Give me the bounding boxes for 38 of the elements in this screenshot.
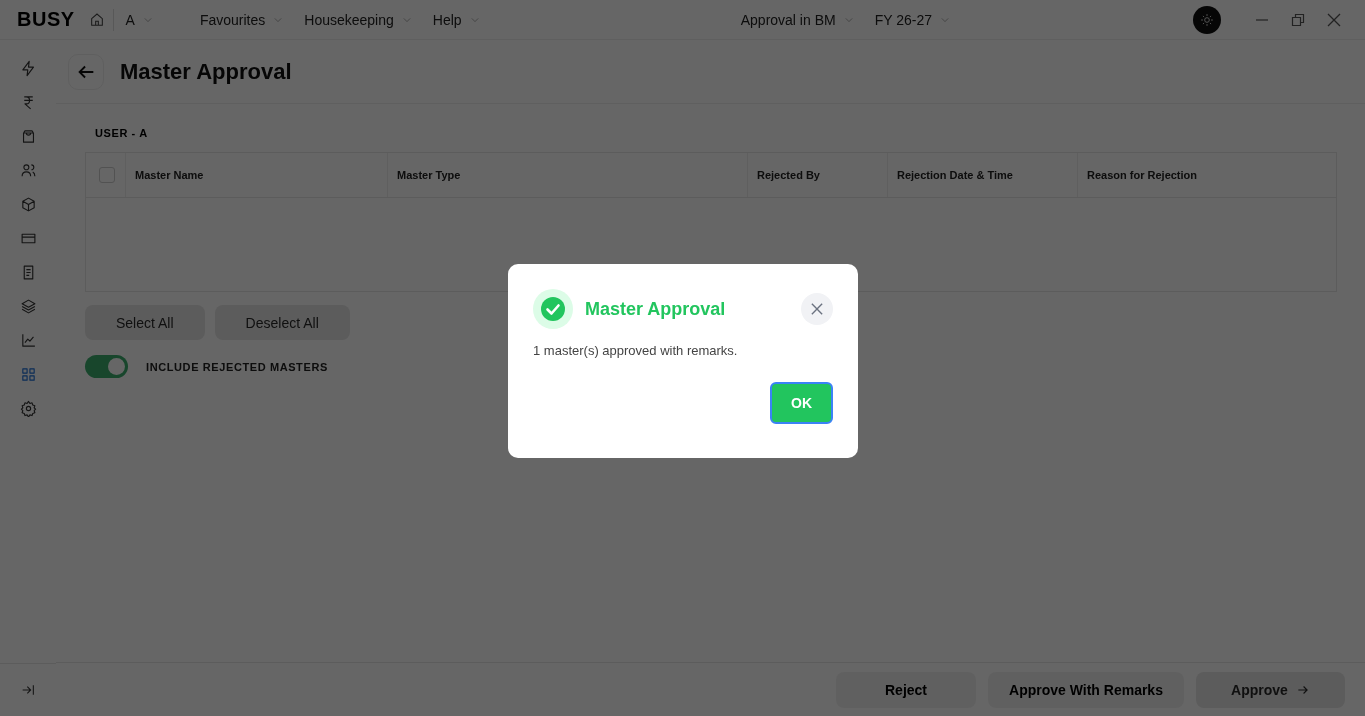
restore-icon[interactable] (1291, 12, 1305, 27)
user-menu[interactable]: A (125, 11, 152, 28)
home-icon[interactable] (88, 11, 105, 28)
success-check-icon (533, 289, 573, 329)
chart-icon[interactable] (19, 332, 37, 349)
bolt-icon[interactable] (19, 60, 37, 77)
toggle-switch[interactable] (85, 355, 128, 378)
layers-icon[interactable] (19, 298, 37, 315)
close-icon (811, 303, 823, 315)
sun-icon (1200, 12, 1214, 27)
back-button[interactable] (68, 54, 104, 90)
column-header: Rejected By (748, 153, 888, 197)
user-label: USER - A (95, 127, 149, 139)
column-header: Rejection Date & Time (888, 153, 1078, 197)
action-button[interactable]: Reject (836, 671, 976, 708)
menu-item[interactable]: Favourites (199, 11, 283, 28)
column-header: Master Name (126, 153, 388, 197)
column-header: Master Type (388, 153, 748, 197)
grid-icon[interactable] (19, 366, 37, 383)
dialog-title: Master Approval (585, 298, 727, 320)
page-title: Master Approval (120, 59, 292, 85)
menu-item[interactable]: Housekeeping (304, 11, 411, 28)
app-logo: BUSY (17, 8, 75, 31)
action-button[interactable]: Approve With Remarks (988, 671, 1184, 708)
column-header: Reason for Rejection (1086, 168, 1199, 183)
ok-button[interactable]: OK (770, 382, 833, 424)
company-selector[interactable]: Approval in BM (740, 11, 853, 28)
gear-icon[interactable] (19, 400, 37, 417)
menu-item[interactable]: Help (432, 11, 479, 28)
box-icon[interactable] (19, 196, 37, 213)
users-icon[interactable] (19, 162, 37, 179)
dialog-message: 1 master(s) approved with remarks. (533, 343, 739, 358)
close-icon[interactable] (1327, 12, 1341, 27)
close-button[interactable] (801, 293, 833, 325)
toggle-label: INCLUDE REJECTED MASTERS (146, 360, 328, 373)
year-selector[interactable]: FY 26-27 (874, 11, 949, 28)
theme-toggle-button[interactable] (1193, 5, 1221, 34)
expand-sidebar-icon[interactable] (20, 682, 36, 698)
